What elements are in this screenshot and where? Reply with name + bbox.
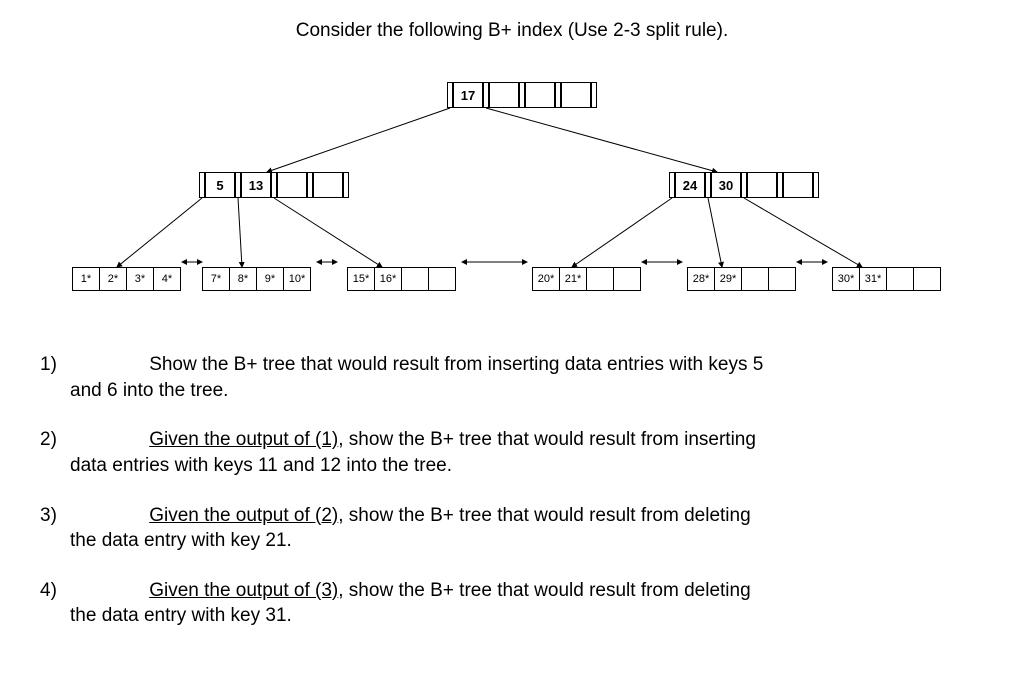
internal-node-right: 24 30 [669,172,819,198]
leaf-node-4: 28* 29* [687,267,796,291]
question-text: , show the B+ tree that would result fro… [338,505,750,526]
root-node: 17 [447,82,597,108]
question-link: Given the output of (3) [149,580,338,601]
question-2: 2) Given the output of (1), show the B+ … [40,427,984,478]
leaf-node-2: 15* 16* [347,267,456,291]
question-text: , show the B+ tree that would result fro… [338,580,750,601]
internal-node-left: 5 13 [199,172,349,198]
question-link: Given the output of (1) [149,429,338,450]
tree-connectors [62,82,962,312]
leaf-node-1: 7* 8* 9* 10* [202,267,311,291]
question-list: 1) Show the B+ tree that would result fr… [40,352,984,629]
question-continuation: the data entry with key 21. [70,528,984,554]
question-continuation: the data entry with key 31. [70,603,984,629]
question-number: 1) [40,352,70,378]
leaf-node-5: 30* 31* [832,267,941,291]
question-continuation: data entries with keys 11 and 12 into th… [70,453,984,479]
question-1: 1) Show the B+ tree that would result fr… [40,352,984,403]
question-continuation: and 6 into the tree. [70,378,984,404]
page-title: Consider the following B+ index (Use 2-3… [40,20,984,42]
bplus-tree-diagram: 17 5 13 24 30 1* 2* 3* 4* 7* 8* 9* 10* 1… [62,82,962,312]
question-link: Given the output of (2) [149,505,338,526]
question-number: 4) [40,578,70,604]
question-4: 4) Given the output of (3), show the B+ … [40,578,984,629]
question-number: 3) [40,503,70,529]
question-text: , show the B+ tree that would result fro… [338,429,756,450]
leaf-node-0: 1* 2* 3* 4* [72,267,181,291]
question-number: 2) [40,427,70,453]
question-3: 3) Given the output of (2), show the B+ … [40,503,984,554]
leaf-node-3: 20* 21* [532,267,641,291]
question-text: Show the B+ tree that would result from … [149,354,763,375]
